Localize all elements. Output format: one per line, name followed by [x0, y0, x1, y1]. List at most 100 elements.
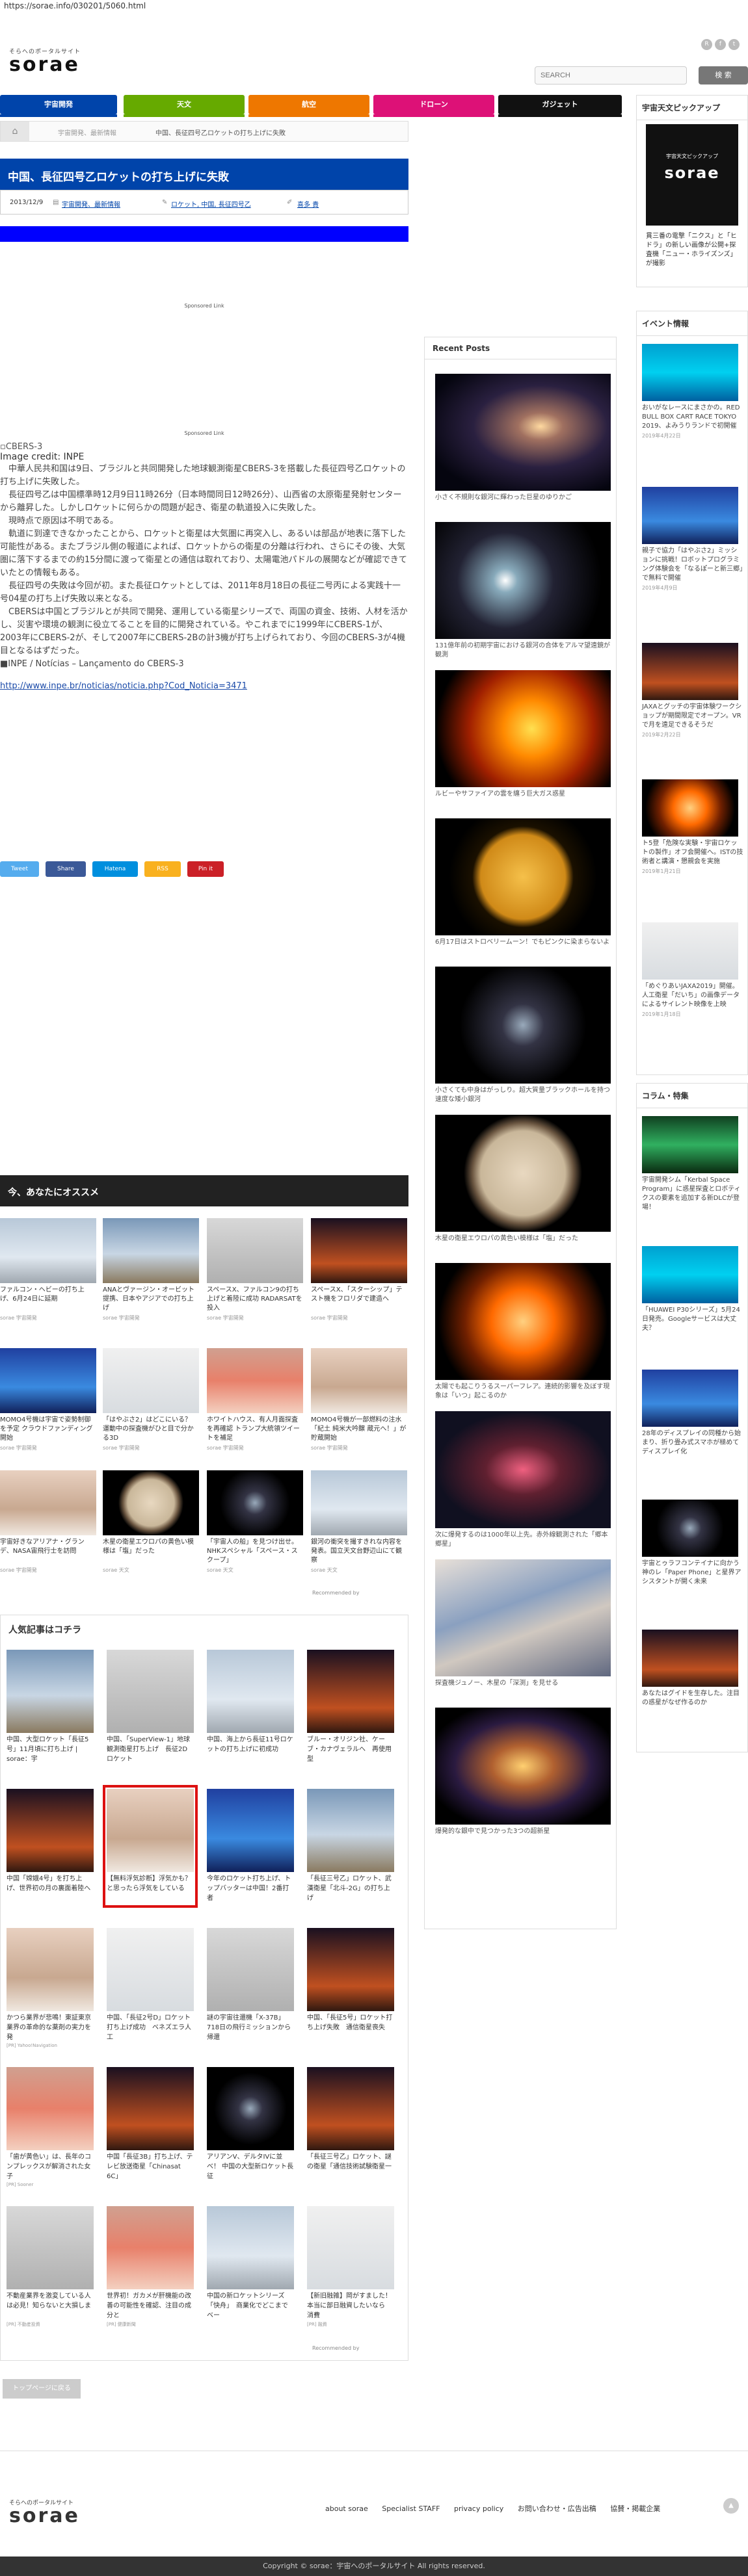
source-link[interactable]: http://www.inpe.br/noticias/noticia.php?…: [0, 680, 408, 693]
popular-item[interactable]: 世界初！ガカメが肝機能の改善の可能性を確認、注目の成分と [PR] 健康新聞: [107, 2206, 194, 2328]
popular-item[interactable]: 中国、海上から長征11号ロケットの打ち上げに初成功: [207, 1650, 294, 1765]
source: sorae 宇宙開発: [0, 1315, 37, 1321]
footer-logo[interactable]: そらへのポータルサイト sorae: [9, 2498, 80, 2526]
popular-item[interactable]: 「長征三号乙」ロケット、謎の衛星「通信技術試験衛星一: [307, 2067, 394, 2182]
popular-item[interactable]: アリアンV、デルタIVに並べ！ 中国の大型新ロケット長征: [207, 2067, 294, 2182]
home-icon[interactable]: ⌂: [1, 122, 29, 141]
pinit-button[interactable]: Pin it: [187, 861, 224, 877]
article-author[interactable]: 喜多 貴: [297, 199, 319, 209]
recent-post[interactable]: 小さくても中身はがっしり。超大質量ブラックホールを持つ速度な矮小銀河: [435, 967, 611, 1104]
recent-post[interactable]: 太陽でも起こりうるスーパーフレア。連続的影響を及ぼす現象は「いつ」起こるのか: [435, 1263, 611, 1401]
footer-link-contact[interactable]: お問い合わせ・広告出稿: [518, 2504, 596, 2513]
article-tags[interactable]: ロケット, 中国, 長征四号乙: [171, 199, 251, 209]
popular-item[interactable]: 中国「長征3B」打ち上げ、テレビ放送衛星「Chinasat 6C」: [107, 2067, 194, 2182]
article-date: 2013/12/9: [10, 199, 44, 206]
recent-post[interactable]: ルビーやサファイアの雲を纏う巨大ガス惑星: [435, 670, 611, 799]
tweet-button[interactable]: Tweet: [0, 861, 39, 877]
nav-space-dev[interactable]: 宇宙開発: [0, 95, 117, 114]
caption: 小さく不規則な銀河に輝わった巨星のゆりかご: [435, 494, 572, 501]
thumbnail: [435, 1411, 611, 1528]
facebook-share-button[interactable]: Share: [46, 861, 86, 877]
event-item[interactable]: ト5登「危険な実験・宇宙ロケットの製作」オフ会開催へ。ISTの技術者と講演・懇親…: [642, 779, 743, 875]
recommend-item[interactable]: 銀河の衝突を撮すきれな内容を発表。国立天文台野辺山にて観察 sorae 天文: [311, 1470, 407, 1574]
caption: 木星の衛星エウロパの黄色い模様は「塩」だった: [103, 1539, 194, 1555]
popular-item[interactable]: 今年のロケット打ち上げ、トップバッターは中国！2番打者: [207, 1789, 294, 1904]
column-item[interactable]: 「HUAWEI P30シリーズ」5月24日発売。Googleサービスは大丈夫？: [642, 1246, 743, 1333]
popular-item[interactable]: かつら業界が悲鳴！東証東京業界の革命的な薬剤の実力を発 [PR] Yahoo!Na…: [7, 1928, 94, 2048]
hatena-button[interactable]: Hatena: [92, 861, 138, 877]
rss-icon[interactable]: R: [701, 39, 712, 50]
caption: あなたはグイドを生存した。注目の惑星がなぜ作るのか: [642, 1690, 740, 1706]
popular-item[interactable]: ブルー・オリジン社、ケーブ・カナヴェラルへ 再使用型: [307, 1650, 394, 1765]
source: sorae 天文: [311, 1567, 338, 1573]
rss-button[interactable]: RSS: [144, 861, 181, 877]
column-item[interactable]: あなたはグイドを生存した。注目の惑星がなぜ作るのか: [642, 1630, 743, 1708]
recent-post[interactable]: 爆発的な銀中で見つかった3つの超新星: [435, 1708, 611, 1836]
thumbnail: [435, 967, 611, 1084]
nav-aviation[interactable]: 航空: [248, 95, 369, 114]
scroll-top-icon[interactable]: ▲: [723, 2498, 739, 2514]
pickup-banner[interactable]: 宇宙天文ピックアップ sorae: [646, 124, 738, 226]
pickup-caption[interactable]: 貫三番の電撃「ニクス」と「ヒドラ」の新しい画像が公開+探査機「ニュー・ホライズン…: [646, 232, 741, 268]
site-footer: そらへのポータルサイト sorae about sorae Specialist…: [0, 2451, 748, 2576]
popular-item[interactable]: 不動産業界を激変している人は必見！知らないと大損しま [PR] 不動産投資: [7, 2206, 94, 2328]
recent-post[interactable]: 131億年前の初期宇宙における銀河の合体をアルマ望遠鏡が観測: [435, 522, 611, 660]
recent-post[interactable]: 小さく不規則な銀河に輝わった巨星のゆりかご: [435, 374, 611, 502]
recommend-item[interactable]: 宇宙好きなアリアナ・グランデ、NASA宙飛行士を訪問 sorae 宇宙開発: [0, 1470, 96, 1574]
recommend-item[interactable]: MOMO4号機は宇宙で姿勢制御を予定 クラウドファンディング開始 sorae 宇宙…: [0, 1348, 96, 1451]
site-logo[interactable]: そらへのポータルサイト sorae: [9, 47, 81, 75]
facebook-icon[interactable]: f: [715, 39, 726, 50]
nav-gadget[interactable]: ガジェット: [498, 95, 622, 114]
popular-item[interactable]: 「歯が黄色い」は、長年のコンプレックスが解消された女子 [PR] Sooner: [7, 2067, 94, 2187]
twitter-icon[interactable]: t: [728, 39, 740, 50]
popular-item[interactable]: 謎の宇宙往還機「X-37B」718日の飛行ミッションから帰還: [207, 1928, 294, 2043]
breadcrumb-category[interactable]: 宇宙開発、最新情報: [58, 127, 116, 137]
popular-item[interactable]: 「長征三号乙」ロケット、武漢衛星「北斗-2G」の打ち上げ: [307, 1789, 394, 1904]
recommend-item[interactable]: スペースX、「スターシップ」テスト機をフロリダで建造へ sorae 宇宙開発: [311, 1218, 407, 1321]
footer-link-privacy[interactable]: privacy policy: [454, 2504, 503, 2513]
recommend-item[interactable]: MOMO4号機が一部燃料の注水「紀土 純米大吟醸 蔵元へ！」が貯蔵開始 sorae…: [311, 1348, 407, 1451]
event-item[interactable]: 親子で協力「はやぶさ2」ミッションに挑戦！ロボットプログラミング体験会を「なるぽ…: [642, 487, 743, 592]
popular-item[interactable]: 中国、「長征5号」ロケット打ち上げ失敗 通信衛星喪失: [307, 1928, 394, 2043]
search-button[interactable]: 検 索: [699, 66, 748, 85]
popular-item[interactable]: 中国、「SuperView-1」地球観測衛星打ち上げ 長征2Dロケット: [107, 1650, 194, 1765]
ad-banner[interactable]: [0, 226, 408, 242]
popular-item[interactable]: 中国、大型ロケット「長征5号」11月頃に打ち上げ | sorae：宇: [7, 1650, 94, 1765]
article-category[interactable]: 宇宙開発、最新情報: [62, 199, 120, 209]
search-input[interactable]: [535, 66, 687, 85]
thumbnail: [207, 2206, 294, 2289]
events-heading: イベント情報: [637, 311, 747, 336]
recommend-item[interactable]: スペースX、ファルコン9の打ち上げと着陸に成功 RADARSATを投入 sorae…: [207, 1218, 303, 1321]
back-to-top-button[interactable]: トップページに戻る: [3, 2379, 81, 2399]
recommend-item[interactable]: 「宇宙人の船」を見つけ出せ。NHKスペシャル「スペース・スクープ」 sorae 天…: [207, 1470, 303, 1574]
footer-link-sponsors[interactable]: 協賛・掲載企業: [610, 2504, 660, 2513]
column-item[interactable]: 宇宙開発シム「Kerbal Space Program」に惑星探査とロボティクス…: [642, 1116, 743, 1212]
event-item[interactable]: 「めぐりあいJAXA2019」開催。人工衛星「だいち」の画像データによるサイレン…: [642, 922, 743, 1018]
thumbnail: [435, 1559, 611, 1676]
popular-item[interactable]: 中国、「長征2号D」ロケット打ち上げ成功 ベネズエラ人工: [107, 1928, 194, 2043]
caption: 中国、「長征2号D」ロケット打ち上げ成功 ベネズエラ人工: [107, 2014, 191, 2041]
event-item[interactable]: おいがなレースにまさかの。RED BULL BOX CART RACE TOKY…: [642, 344, 743, 439]
recent-post[interactable]: 探査機ジュノー、木星の「深渕」を見せる: [435, 1559, 611, 1688]
footer-link-staff[interactable]: Specialist STAFF: [382, 2504, 440, 2513]
popular-item-highlighted[interactable]: 【無料浮気診断】浮気かも？と思ったら浮気をしている: [103, 1785, 198, 1908]
column-item[interactable]: 宇宙とゥラフコンテイナに向かう神のレ「Paper Phone」と星界アシスタント…: [642, 1500, 743, 1587]
popular-item[interactable]: 中国「嫦娥4号」を打ち上げ、世界初の月の裏面着陸へ: [7, 1789, 94, 1904]
recommend-item[interactable]: 「はやぶさ2」はどこにいる？ 運動中の探査機がひと目で分かる3D sorae 宇宙…: [103, 1348, 199, 1451]
nav-underline: [248, 114, 369, 117]
recommend-item[interactable]: 木星の衛星エウロパの黄色い模様は「塩」だった sorae 天文: [103, 1470, 199, 1574]
recent-post[interactable]: 6月17日はストロベリームーン！でもピンクに染まらないよ: [435, 818, 611, 947]
banner-tagline: 宇宙天文ピックアップ: [666, 153, 718, 159]
event-item[interactable]: JAXAとグッチの宇宙体験ワークショップが期間限定でオープン。VRで月を遠足でき…: [642, 643, 743, 738]
recommend-item[interactable]: ANAとヴァージン・オービット提携、日本やアジアでの打ち上げ sorae 宇宙開発: [103, 1218, 199, 1321]
recent-post[interactable]: 木星の衛星エウロパの黄色い模様は「塩」だった: [435, 1115, 611, 1243]
popular-item[interactable]: 中国の新ロケットシリーズ「快舟」 商業化でどこまでベー: [207, 2206, 294, 2321]
recommend-item[interactable]: ホワイトハウス、有人月面探査を再確認 トランプ大統領ツイートを補足 sorae 宇…: [207, 1348, 303, 1451]
nav-astronomy[interactable]: 天文: [124, 95, 245, 114]
column-item[interactable]: 28年のディスプレイの同種から始まり、折り畳み式スマホが極めてディスプレイ化: [642, 1370, 743, 1457]
popular-item[interactable]: 【新旧融雑】岡がすました！本当に部日融資したいなら 消費 [PR] 融資: [307, 2206, 394, 2328]
recent-post[interactable]: 次に爆発するのは1000年以上先。赤外線観測された「郷本郷星」: [435, 1411, 611, 1549]
nav-drone[interactable]: ドローン: [373, 95, 494, 114]
footer-link-about[interactable]: about sorae: [325, 2504, 368, 2513]
recommend-item[interactable]: ファルコン・ヘビーの打ち上げ、6月24日に延期 sorae 宇宙開発: [0, 1218, 96, 1321]
